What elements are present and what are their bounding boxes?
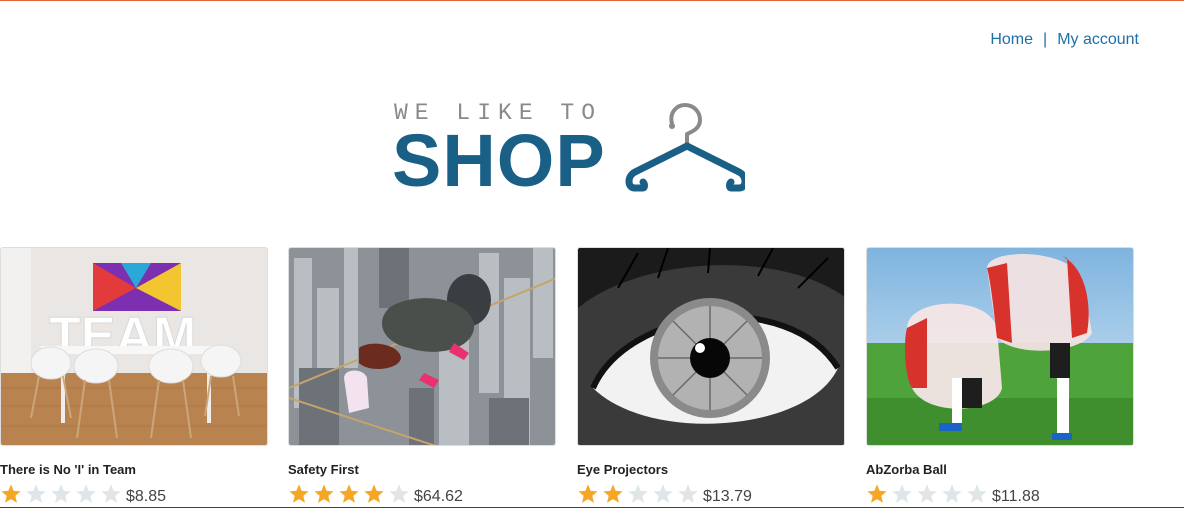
top-nav: Home | My account	[990, 31, 1139, 49]
product-rating: $13.79	[577, 483, 752, 505]
hanger-icon	[625, 103, 745, 192]
logo-wordmark: SHOP	[392, 119, 606, 202]
product-rating: $8.85	[0, 483, 166, 505]
site-logo[interactable]: WE LIKE TO SHOP	[392, 98, 752, 198]
product-title[interactable]: Eye Projectors	[577, 462, 668, 477]
product-price: $8.85	[126, 488, 167, 505]
star-empty-icon	[51, 484, 71, 503]
star-empty-icon	[26, 484, 46, 503]
star-filled-icon	[314, 484, 334, 503]
star-empty-icon	[389, 484, 409, 503]
product-card[interactable]: Eye Projectors $13.79	[577, 247, 846, 505]
product-card[interactable]: AbZorba Ball $11.88	[866, 247, 1135, 505]
star-filled-icon	[364, 484, 384, 503]
product-image-eye[interactable]	[577, 247, 845, 446]
rating-stars	[288, 483, 413, 505]
product-grid: TEAM There is No 'I' in Team $8.85 Safet…	[0, 247, 1184, 508]
product-price: $64.62	[414, 488, 463, 505]
product-rating: $11.88	[866, 483, 1040, 505]
product-image-team-room[interactable]: TEAM	[0, 247, 268, 446]
star-empty-icon	[653, 484, 673, 503]
rating-stars	[0, 483, 125, 505]
star-empty-icon	[678, 484, 698, 503]
star-filled-icon	[578, 484, 598, 503]
star-empty-icon	[967, 484, 987, 503]
star-filled-icon	[867, 484, 887, 503]
top-accent-rule	[0, 0, 1184, 1]
star-empty-icon	[101, 484, 121, 503]
star-empty-icon	[917, 484, 937, 503]
star-filled-icon	[1, 484, 21, 503]
product-title[interactable]: AbZorba Ball	[866, 462, 947, 477]
rating-stars	[866, 483, 991, 505]
star-filled-icon	[603, 484, 623, 503]
nav-my-account-link[interactable]: My account	[1057, 31, 1139, 49]
star-empty-icon	[628, 484, 648, 503]
product-card[interactable]: Safety First $64.62	[288, 247, 557, 505]
product-rating: $64.62	[288, 483, 463, 505]
star-filled-icon	[339, 484, 359, 503]
star-empty-icon	[942, 484, 962, 503]
star-filled-icon	[289, 484, 309, 503]
product-title[interactable]: Safety First	[288, 462, 359, 477]
nav-home-link[interactable]: Home	[990, 31, 1033, 49]
product-image-tightrope-city[interactable]	[288, 247, 556, 446]
product-price: $11.88	[992, 488, 1040, 505]
star-empty-icon	[76, 484, 96, 503]
star-empty-icon	[892, 484, 912, 503]
rating-stars	[577, 483, 702, 505]
product-image-bubble-ball[interactable]	[866, 247, 1134, 446]
product-title[interactable]: There is No 'I' in Team	[0, 462, 136, 477]
product-price: $13.79	[703, 488, 752, 505]
nav-separator: |	[1043, 31, 1048, 48]
product-card[interactable]: TEAM There is No 'I' in Team $8.85	[0, 247, 269, 505]
